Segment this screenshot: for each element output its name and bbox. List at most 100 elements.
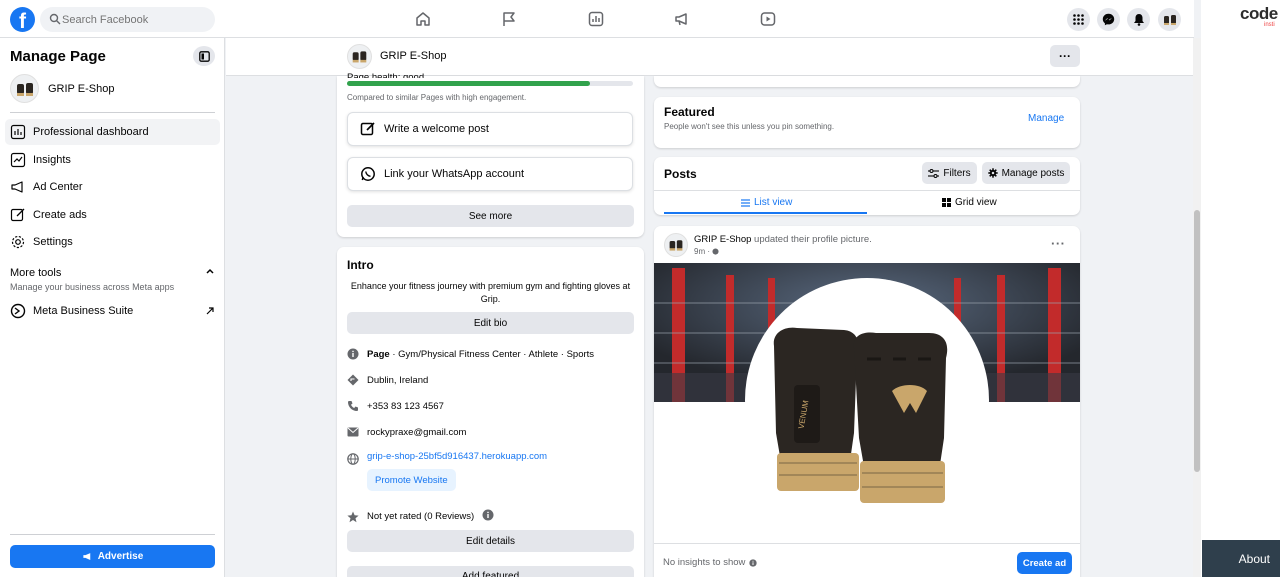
post-author-avatar[interactable] (664, 233, 688, 257)
featured-manage-link[interactable]: Manage (1028, 113, 1064, 124)
divider (10, 112, 215, 113)
advertise-button[interactable]: Advertise (10, 545, 215, 568)
intro-location-row: Dublin, Ireland (347, 374, 428, 386)
info-icon[interactable] (749, 558, 758, 567)
list-icon (741, 198, 750, 207)
more-tools-subtitle: Manage your business across Meta apps (10, 282, 175, 292)
external-site-panel (1201, 0, 1280, 577)
intro-bio: Enhance your fitness journey with premiu… (350, 281, 631, 304)
add-featured-button[interactable]: Add featured (347, 566, 634, 577)
sidebar-title: Manage Page (10, 48, 106, 65)
bell-icon[interactable] (1127, 8, 1150, 31)
flag-icon[interactable] (500, 10, 518, 28)
globe-icon (347, 453, 359, 465)
pencil-icon (10, 208, 25, 222)
post-time[interactable]: 9m · (694, 247, 710, 256)
scrollbar-thumb[interactable] (1194, 210, 1200, 472)
page-header-name[interactable]: GRIP E-Shop (380, 50, 446, 62)
sidebar-item-insights[interactable]: Insights (5, 147, 220, 173)
tab-grid-view[interactable]: Grid view (942, 197, 997, 208)
info-icon[interactable] (482, 509, 494, 524)
megaphone-icon (11, 181, 23, 193)
external-link-icon (206, 307, 214, 315)
intro-card: Intro Enhance your fitness journey with … (337, 247, 644, 577)
post-more-options-icon[interactable]: ··· (1051, 236, 1066, 251)
sidebar-item-settings[interactable]: Settings (5, 229, 220, 255)
divider (654, 543, 1080, 544)
divider (10, 534, 215, 535)
facebook-logo-icon[interactable]: f (10, 7, 35, 32)
link-whatsapp-label: Link your WhatsApp account (384, 168, 525, 180)
rating-text: Not yet rated (0 Reviews) (367, 511, 475, 522)
megaphone-icon[interactable] (673, 10, 691, 28)
messenger-icon[interactable] (1097, 8, 1120, 31)
sidebar-item-ad-center[interactable]: Ad Center (5, 174, 220, 200)
featured-title: Featured (664, 105, 715, 119)
sidebar-item-label: Settings (33, 236, 73, 248)
no-insights-text: No insights to show (663, 557, 746, 568)
chart-icon[interactable] (587, 10, 605, 28)
posts-title: Posts (664, 167, 697, 181)
create-ad-button[interactable]: Create ad (1017, 552, 1072, 574)
health-label: Page health: good (347, 72, 425, 78)
category-bold: Page (367, 348, 390, 360)
post-insights-row: No insights to show (663, 557, 758, 568)
post-author-name[interactable]: GRIP E-Shop (694, 234, 751, 245)
promote-website-button[interactable]: Promote Website (367, 469, 456, 491)
home-icon[interactable] (414, 10, 432, 28)
globe-icon (712, 248, 719, 255)
post-action-text: updated their profile picture. (751, 234, 872, 245)
health-progress-fill (347, 81, 591, 86)
sidebar-page-name: GRIP E-Shop (48, 82, 115, 95)
post-image[interactable]: VENUM (654, 263, 1080, 543)
top-navigation-bar: f (0, 0, 1194, 38)
collapse-sidebar-icon[interactable] (193, 46, 215, 66)
sidebar-item-professional-dashboard[interactable]: Professional dashboard (5, 119, 220, 145)
search-box[interactable] (40, 7, 215, 32)
external-logo: code (1240, 4, 1278, 23)
tab-grid-view-label: Grid view (955, 197, 997, 208)
edit-details-button[interactable]: Edit details (347, 530, 634, 552)
page-avatar (10, 74, 39, 103)
filters-button[interactable]: Filters (922, 162, 977, 184)
more-options-button[interactable]: ··· (1050, 45, 1080, 67)
chevron-up-icon[interactable] (205, 266, 215, 276)
intro-website-row: grip-e-shop-25bf5d916437.herokuapp.com (347, 451, 547, 465)
insights-icon (10, 152, 26, 168)
menu-grid-icon[interactable] (1067, 8, 1090, 31)
sidebar-page-row[interactable]: GRIP E-Shop (10, 74, 114, 103)
manage-posts-button[interactable]: Manage posts (982, 162, 1070, 184)
sidebar-item-create-ads[interactable]: Create ads (5, 202, 220, 228)
category-text: · Gym/Physical Fitness Center · Athlete … (389, 348, 595, 360)
search-input[interactable] (62, 7, 212, 32)
profile-avatar[interactable] (1158, 8, 1181, 31)
sidebar-item-label: Meta Business Suite (33, 305, 134, 317)
post-meta: 9m · (694, 247, 719, 256)
write-welcome-post-button[interactable]: Write a welcome post (347, 112, 633, 146)
page-header-avatar[interactable] (347, 44, 372, 69)
dashboard-icon (10, 124, 26, 140)
edit-bio-button[interactable]: Edit bio (347, 312, 634, 334)
write-welcome-post-label: Write a welcome post (384, 123, 489, 135)
health-subtitle: Compared to similar Pages with high enga… (347, 93, 527, 102)
sidebar-item-label: Ad Center (33, 181, 83, 193)
about-button[interactable]: About (1202, 540, 1280, 577)
tab-list-view[interactable]: List view (741, 197, 792, 208)
link-whatsapp-button[interactable]: Link your WhatsApp account (347, 157, 633, 191)
location-text: Dublin, Ireland (367, 374, 429, 386)
stats-card-bottom (654, 76, 1080, 87)
page-scrollbar[interactable] (1193, 38, 1201, 577)
see-more-button[interactable]: See more (347, 205, 634, 227)
grid-icon (942, 198, 951, 207)
sidebar-item-label: Professional dashboard (33, 126, 149, 138)
glove-right (853, 332, 948, 503)
post-card: GRIP E-Shop updated their profile pictur… (654, 226, 1080, 577)
edit-icon (360, 122, 375, 136)
video-icon[interactable] (759, 10, 777, 28)
intro-phone-row: +353 83 123 4567 (347, 400, 444, 412)
intro-rating-row: Not yet rated (0 Reviews) (347, 509, 494, 524)
website-link[interactable]: grip-e-shop-25bf5d916437.herokuapp.com (367, 451, 547, 462)
info-icon (347, 348, 359, 360)
featured-card: Featured People won't see this unless yo… (654, 97, 1080, 148)
sidebar-item-meta-business-suite[interactable]: Meta Business Suite (5, 298, 220, 324)
